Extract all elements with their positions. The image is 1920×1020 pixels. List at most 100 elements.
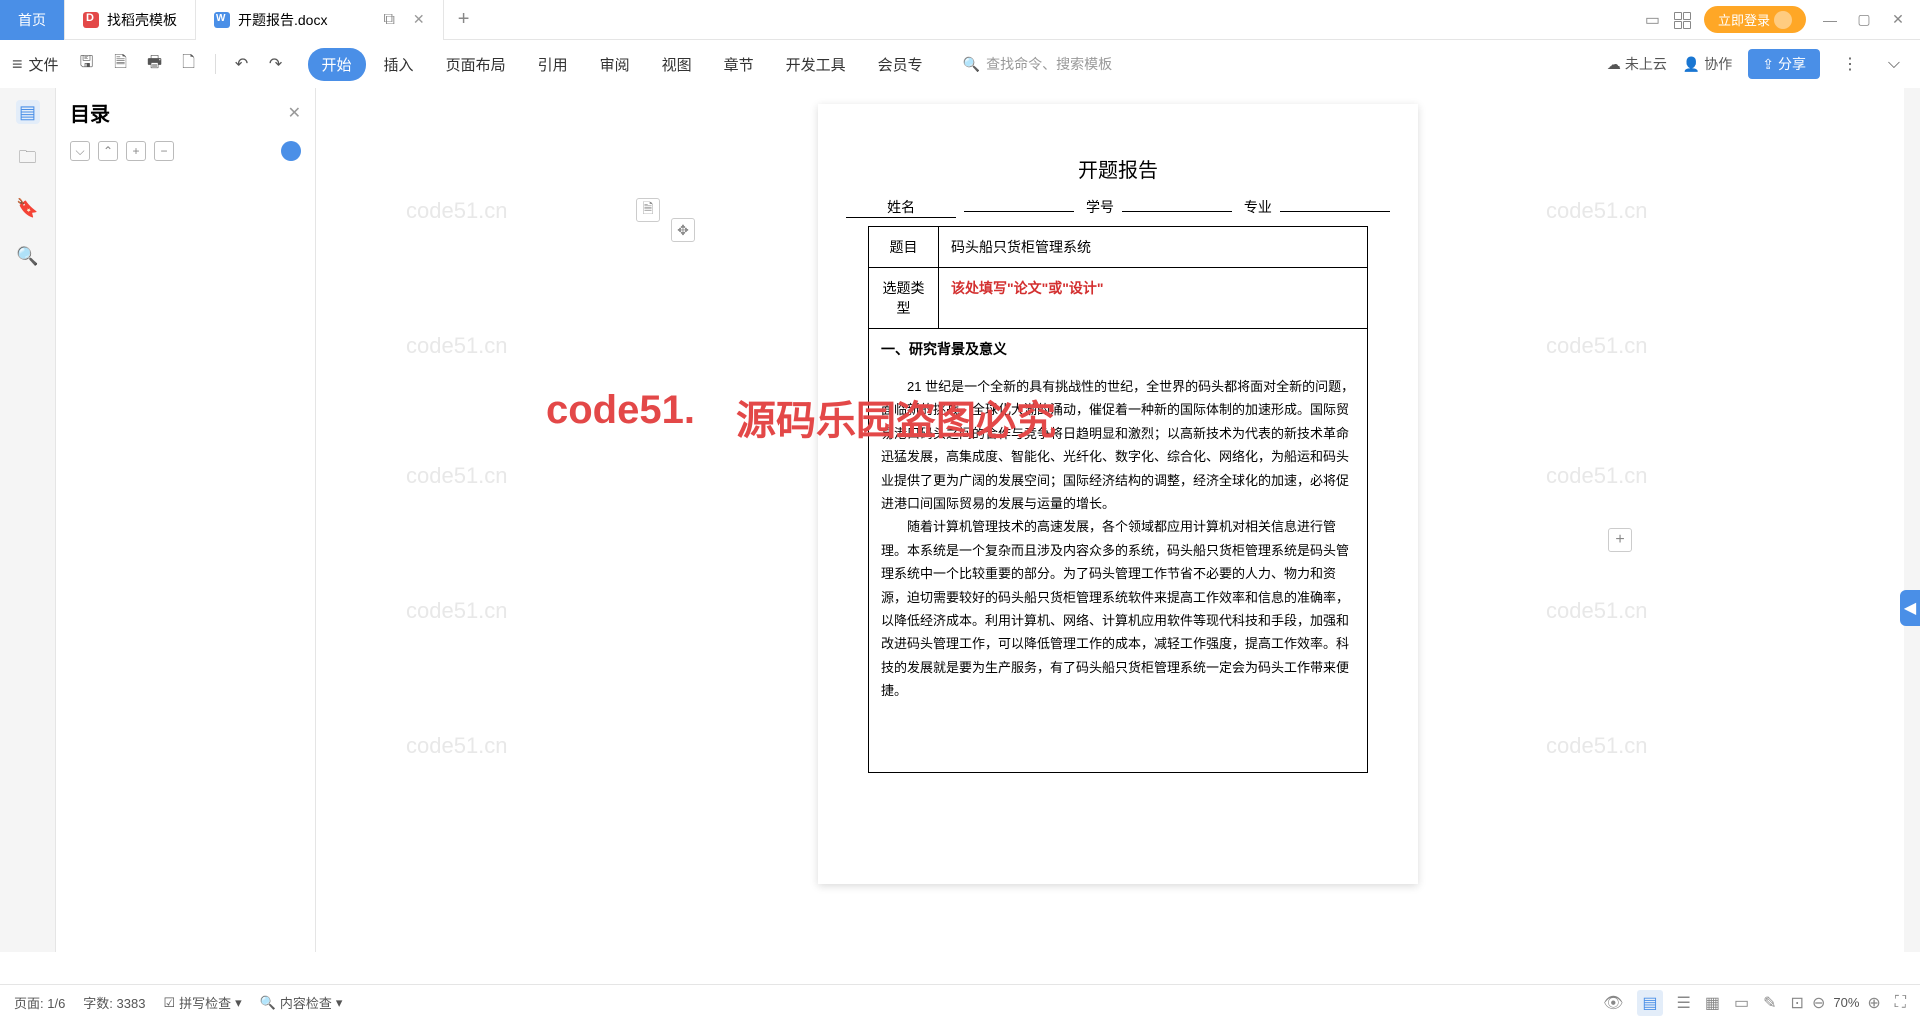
magnify-icon: 🔍	[260, 995, 276, 1011]
cloud-status[interactable]: ☁未上云	[1607, 54, 1667, 74]
statusbar: 页面: 1/6 字数: 3383 ☑拼写检查▾ 🔍内容检查▾ 👁 ▤ ☰ ▦ ▭…	[0, 984, 1920, 1020]
cell-topic-value: 码头船只货柜管理系统	[939, 227, 1368, 268]
page: 开题报告 姓名 学号 专业 题目码头船只货柜管理系统 选题类型该处填写"论文"或…	[818, 104, 1418, 884]
add-icon[interactable]: +	[126, 141, 146, 161]
page-doc-icon[interactable]: 🗎	[636, 198, 660, 222]
redo-icon[interactable]: ↷	[262, 50, 290, 78]
remove-icon[interactable]: −	[154, 141, 174, 161]
find-icon[interactable]: 🔍	[16, 244, 40, 268]
tab-window-icon[interactable]: ⧉	[383, 11, 394, 29]
right-scrollbar[interactable]	[1904, 88, 1920, 952]
toolbar: ≡ 文件 🖫 🗎 🖶 🗋 ↶ ↷ 开始 插入 页面布局 引用 审阅 视图 章节 …	[0, 40, 1920, 88]
doc-table: 题目码头船只货柜管理系统 选题类型该处填写"论文"或"设计" 一、研究背景及意义…	[868, 226, 1368, 773]
preview-icon[interactable]: 🗋	[175, 50, 203, 78]
coop-button[interactable]: 👤协作	[1683, 54, 1732, 74]
menu-view[interactable]: 视图	[648, 48, 706, 81]
apps-icon[interactable]	[1674, 12, 1690, 28]
document-canvas[interactable]: code51.cn code51.cn code51.cn code51.cn …	[316, 88, 1920, 952]
login-button[interactable]: 立即登录	[1704, 6, 1806, 33]
close-button[interactable]: ✕	[1888, 11, 1908, 28]
tab-template[interactable]: 找稻壳模板	[65, 0, 196, 40]
watermark: code51.cn	[406, 733, 508, 759]
share-icon: ⇪	[1762, 56, 1774, 73]
share-label: 分享	[1778, 54, 1806, 74]
watermark: code51.cn	[406, 463, 508, 489]
nav-icon[interactable]: 🗀	[16, 148, 40, 172]
menu-member[interactable]: 会员专	[864, 48, 937, 81]
layout-icon[interactable]: ▭	[1645, 10, 1660, 30]
search-placeholder: 查找命令、搜索模板	[986, 54, 1112, 74]
content-check[interactable]: 🔍内容检查▾	[260, 993, 343, 1012]
search-box[interactable]: 🔍 查找命令、搜索模板	[963, 54, 1112, 74]
zoom-fit-icon[interactable]: ⊡	[1791, 993, 1804, 1013]
watermark: code51.cn	[1546, 333, 1648, 359]
spellcheck-toggle[interactable]: ☑拼写检查▾	[163, 993, 241, 1012]
menu-dev[interactable]: 开发工具	[772, 48, 860, 81]
bookmark-icon[interactable]: 🔖	[16, 196, 40, 220]
print-icon[interactable]: 🖶	[141, 50, 169, 78]
menu-chapter[interactable]: 章节	[710, 48, 768, 81]
minimize-button[interactable]: —	[1820, 12, 1840, 28]
share-button[interactable]: ⇪分享	[1748, 49, 1820, 79]
word-count[interactable]: 字数: 3383	[83, 993, 145, 1012]
page-view-icon[interactable]: ▤	[1637, 990, 1662, 1016]
move-handle-icon[interactable]: ✥	[671, 218, 695, 242]
paragraph-2: 随着计算机管理技术的高速发展，各个领域都应用计算机对相关信息进行管理。本系统是一…	[881, 515, 1355, 702]
paragraph-1: 21 世纪是一个全新的具有挑战性的世纪，全世界的码头都将面对全新的问题，面临新的…	[881, 375, 1355, 515]
check-icon: ☑	[163, 995, 175, 1011]
page-indicator[interactable]: 页面: 1/6	[14, 993, 65, 1012]
zoom-in-icon[interactable]: ⊕	[1867, 993, 1880, 1013]
menu-start[interactable]: 开始	[308, 48, 366, 81]
read-view-icon[interactable]: ▭	[1734, 993, 1749, 1013]
tab-close-icon[interactable]: ✕	[413, 11, 425, 28]
watermark: code51.cn	[406, 198, 508, 224]
outline-icon[interactable]: ▤	[16, 100, 40, 124]
search-icon: 🔍	[963, 56, 980, 73]
field-id: 学号	[1086, 197, 1114, 217]
menu-review[interactable]: 审阅	[586, 48, 644, 81]
expand-all-icon[interactable]: ⌃	[98, 141, 118, 161]
coop-label: 协作	[1704, 54, 1732, 74]
side-panel-toggle[interactable]: ◀	[1900, 590, 1920, 626]
tools-icon[interactable]: ✎	[1763, 993, 1776, 1013]
maximize-button[interactable]: ▢	[1854, 11, 1874, 28]
save-icon[interactable]: 🖫	[73, 50, 101, 78]
watermark: code51.cn	[406, 333, 508, 359]
more-icon[interactable]: ⋮	[1836, 50, 1864, 78]
save-as-icon[interactable]: 🗎	[107, 50, 135, 78]
docer-icon	[83, 12, 99, 28]
user-icon: 👤	[1683, 56, 1700, 73]
cell-body: 一、研究背景及意义 21 世纪是一个全新的具有挑战性的世纪，全世界的码头都将面对…	[869, 329, 1368, 773]
word-icon	[214, 12, 230, 28]
watermark: code51.cn	[1546, 198, 1648, 224]
zoom-out-icon[interactable]: ⊖	[1812, 993, 1825, 1013]
sidebar: 目录 ✕ ⌵ ⌃ + −	[56, 88, 316, 952]
login-label: 立即登录	[1718, 10, 1770, 29]
eye-icon[interactable]: 👁	[1603, 993, 1623, 1013]
tab-document[interactable]: 开题报告.docx⧉✕	[196, 0, 444, 40]
zoom-control[interactable]: ⊡ ⊖ 70% ⊕	[1791, 993, 1881, 1013]
collapse-all-icon[interactable]: ⌵	[70, 141, 90, 161]
menu-layout[interactable]: 页面布局	[432, 48, 520, 81]
cell-type-label: 选题类型	[869, 268, 939, 329]
tab-home[interactable]: 首页	[0, 0, 65, 40]
new-tab-button[interactable]: +	[444, 0, 484, 40]
hamburger-icon[interactable]: ≡	[12, 54, 23, 75]
undo-icon[interactable]: ↶	[228, 50, 256, 78]
outline-view-icon[interactable]: ☰	[1677, 993, 1691, 1013]
float-add-button[interactable]: +	[1608, 528, 1632, 552]
sidebar-close-icon[interactable]: ✕	[288, 103, 301, 123]
fullscreen-icon[interactable]: ⛶	[1895, 994, 1906, 1012]
menu-insert[interactable]: 插入	[370, 48, 428, 81]
watermark: code51.cn	[1546, 463, 1648, 489]
collapse-icon[interactable]: ⌵	[1880, 50, 1908, 78]
watermark: code51.cn	[1546, 733, 1648, 759]
titlebar: 首页 找稻壳模板 开题报告.docx⧉✕ + ▭ 立即登录 — ▢ ✕	[0, 0, 1920, 40]
file-menu[interactable]: 文件	[29, 54, 59, 75]
menu-ref[interactable]: 引用	[524, 48, 582, 81]
doc-title: 开题报告	[818, 154, 1418, 183]
cell-type-value: 该处填写"论文"或"设计"	[939, 268, 1368, 329]
tab-template-label: 找稻壳模板	[107, 10, 177, 30]
ai-badge-icon[interactable]	[281, 141, 301, 161]
web-view-icon[interactable]: ▦	[1705, 993, 1720, 1013]
